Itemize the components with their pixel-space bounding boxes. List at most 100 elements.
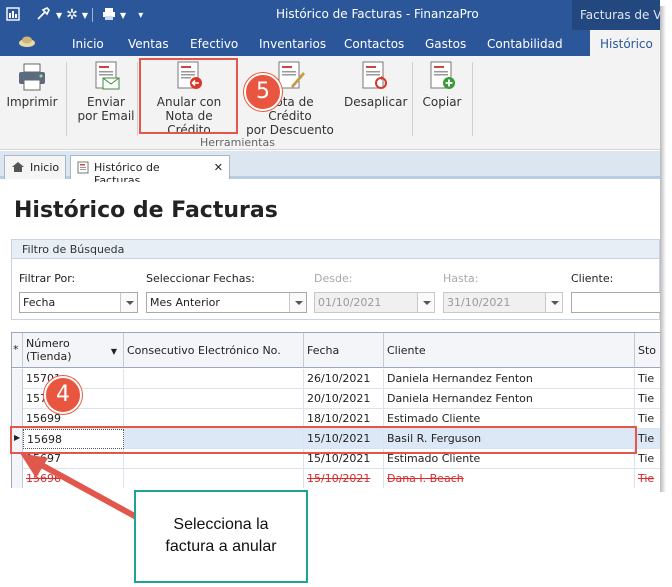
client-input[interactable] <box>571 292 660 313</box>
chevron-down-icon[interactable] <box>120 293 137 312</box>
ribbon-separator <box>472 62 473 136</box>
client-label: Cliente: <box>571 272 614 285</box>
to-date-label: Hasta: <box>443 272 479 285</box>
filter-by-select[interactable]: Fecha <box>19 292 138 313</box>
page-title: Histórico de Facturas <box>14 198 278 223</box>
to-date-value: 31/10/2021 <box>447 296 511 309</box>
select-dates-label: Seleccionar Fechas: <box>146 272 255 285</box>
chevron-down-icon[interactable]: ▼ <box>82 11 88 20</box>
cell-electronic <box>124 369 304 389</box>
row-header[interactable] <box>12 369 23 389</box>
callout-line-1: Selecciona la <box>173 516 269 533</box>
cell-date: 26/10/2021 <box>304 369 384 389</box>
cell-store: Tie <box>635 409 660 429</box>
chevron-down-icon[interactable]: ▼ <box>120 11 126 20</box>
step-5-badge: 5 <box>244 73 282 111</box>
callout-line-2: factura a anular <box>165 538 277 555</box>
to-date-picker[interactable]: 31/10/2021 <box>443 292 563 313</box>
row-header[interactable] <box>12 389 23 409</box>
gear-icon[interactable]: ✲ <box>66 7 78 23</box>
column-header-date[interactable]: Fecha <box>304 333 384 368</box>
instruction-callout: Selecciona la factura a anular <box>134 490 308 583</box>
sort-desc-icon[interactable]: ▼ <box>111 345 117 358</box>
tab-gastos[interactable]: Gastos <box>425 37 466 51</box>
filter-by-label: Filtrar Por: <box>19 272 76 285</box>
tab-inicio[interactable]: Inicio <box>72 37 104 51</box>
callout-arrow <box>20 453 143 522</box>
frame-shadow <box>660 6 666 492</box>
from-date-picker[interactable]: 01/10/2021 <box>314 292 435 313</box>
chevron-down-icon[interactable] <box>289 293 306 312</box>
screenshot-window: ▼ ✲ ▼ ▼ ▾ Histórico de Facturas - Finanz… <box>0 0 660 488</box>
print-button[interactable]: Imprimir <box>6 60 58 109</box>
unapply-button[interactable]: Desaplicar <box>344 60 408 109</box>
email-invoice-icon <box>91 60 121 92</box>
chevron-down-icon[interactable]: ▼ <box>56 11 62 20</box>
tab-inventarios[interactable]: Inventarios <box>259 37 326 51</box>
from-date-label: Desde: <box>314 272 353 285</box>
tab-efectivo[interactable]: Efectivo <box>190 37 238 51</box>
copy-invoice-icon <box>427 60 457 92</box>
close-icon[interactable]: ✕ <box>214 161 223 179</box>
side-context-tab[interactable]: Facturas de Ve <box>572 0 660 30</box>
ribbon-separator <box>66 62 67 136</box>
app-logo-icon[interactable] <box>6 6 20 24</box>
email-label-2: por Email <box>77 109 135 123</box>
highlight-void-button <box>139 58 238 134</box>
column-header-store[interactable]: Sto <box>635 333 660 368</box>
column-header-number[interactable]: Número (Tienda) ▼ <box>23 333 124 368</box>
unapply-icon <box>359 60 389 92</box>
app-menu-icon[interactable] <box>18 35 36 50</box>
doc-tab-current-label: Histórico de Facturas <box>94 161 160 187</box>
window-title: Histórico de Facturas - FinanzaPro <box>276 7 479 21</box>
chevron-down-icon[interactable] <box>545 293 562 312</box>
cell-date: 20/10/2021 <box>304 389 384 409</box>
copy-button[interactable]: Copiar <box>418 60 466 109</box>
tab-contactos[interactable]: Contactos <box>344 37 404 51</box>
ribbon-group-label: Herramientas <box>200 136 275 149</box>
home-icon <box>11 161 25 179</box>
unapply-label: Desaplicar <box>344 95 408 109</box>
printer-icon[interactable] <box>102 7 116 24</box>
column-header-client[interactable]: Cliente <box>384 333 635 368</box>
column-number-line1: Número <box>26 337 70 350</box>
email-label-1: Enviar <box>87 95 125 109</box>
printer-icon <box>17 60 47 92</box>
column-number-line2: (Tienda) <box>26 350 72 363</box>
quick-access-toolbar: ▼ ✲ ▼ ▼ ▾ <box>6 6 143 24</box>
copy-label: Copiar <box>422 95 462 109</box>
cell-client: Daniela Hernandez Fenton <box>384 369 635 389</box>
document-tabs: Inicio Histórico de Facturas ✕ <box>0 151 660 187</box>
table-row[interactable]: 1570020/10/2021Daniela Hernandez FentonT… <box>12 389 660 409</box>
ribbon-separator <box>137 62 138 136</box>
step-4-badge: 4 <box>44 376 82 414</box>
tab-historico[interactable]: Histórico <box>590 30 660 56</box>
chevron-down-icon[interactable] <box>417 293 434 312</box>
cell-store: Tie <box>635 389 660 409</box>
tools-icon[interactable] <box>36 6 52 24</box>
filter-header: Filtro de Búsqueda <box>12 240 659 259</box>
tab-ventas[interactable]: Ventas <box>128 37 169 51</box>
ribbon-separator <box>412 62 413 136</box>
select-dates-select[interactable]: Mes Anterior <box>146 292 307 313</box>
invoice-icon <box>77 161 89 179</box>
title-bar: ▼ ✲ ▼ ▼ ▾ Histórico de Facturas - Finanz… <box>0 0 660 30</box>
email-button[interactable]: Enviar por Email <box>77 60 135 123</box>
grid-corner: * <box>12 333 23 368</box>
print-label: Imprimir <box>6 95 58 109</box>
doc-tab-home[interactable]: Inicio <box>4 155 66 179</box>
doc-tab-home-label: Inicio <box>30 161 60 174</box>
tab-contabilidad[interactable]: Contabilidad <box>487 37 563 51</box>
column-header-electronic[interactable]: Consecutivo Electrónico No. <box>124 333 304 368</box>
credit-label-2: por Descuento <box>246 123 334 137</box>
cell-store: Tie <box>635 369 660 389</box>
select-dates-value: Mes Anterior <box>150 296 220 309</box>
customize-toolbar-icon[interactable]: ▾ <box>138 10 143 21</box>
search-filter-panel: Filtro de Búsqueda Filtrar Por: Fecha Se… <box>11 239 660 320</box>
doc-tab-invoice-history[interactable]: Histórico de Facturas ✕ <box>70 155 230 187</box>
cell-electronic <box>124 389 304 409</box>
from-date-value: 01/10/2021 <box>318 296 382 309</box>
ribbon-panel: Imprimir Enviar por Email Anular con Not… <box>0 56 660 150</box>
table-row[interactable]: 15701 26/10/2021 Daniela Hernandez Fenton T… <box>12 369 660 389</box>
ribbon-tabs: Inicio Ventas Efectivo Inventarios Conta… <box>0 30 660 56</box>
